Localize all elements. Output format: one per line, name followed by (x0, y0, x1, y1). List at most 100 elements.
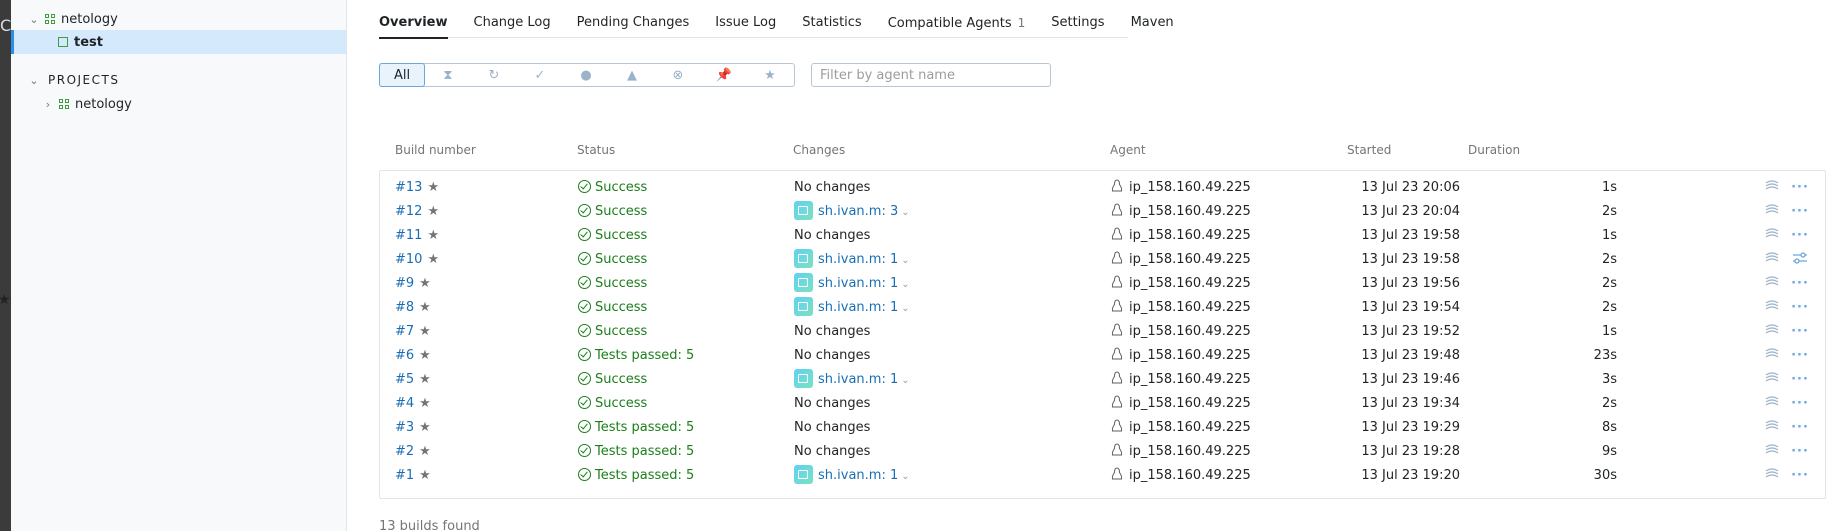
table-row[interactable]: #1 ★ Tests passed: 5 sh.ivan.m: 1 ⌄ ip_158.16… (380, 464, 1825, 488)
agent-cell[interactable]: ip_158.160.49.225 (1111, 416, 1251, 440)
changes-cell[interactable]: No changes (794, 176, 870, 200)
table-row[interactable]: #13 ★ Success No changes ip_158.160.49.225 13… (380, 176, 1825, 200)
chevron-down-icon[interactable]: ⌄ (901, 207, 909, 218)
table-row[interactable]: #6 ★ Tests passed: 5 No changes ip_158.160.4… (380, 344, 1825, 368)
agent-cell[interactable]: ip_158.160.49.225 (1111, 176, 1251, 200)
change-author-link[interactable]: sh.ivan.m: 1 (818, 300, 898, 315)
table-row[interactable]: #8 ★ Success sh.ivan.m: 1 ⌄ ip_158.160.49.225… (380, 296, 1825, 320)
agent-cell[interactable]: ip_158.160.49.225 (1111, 272, 1251, 296)
tab-settings[interactable]: Settings (1051, 0, 1104, 38)
build-status-cell[interactable]: Tests passed: 5 (578, 416, 694, 440)
chevron-down-icon[interactable]: ⌄ (901, 279, 909, 290)
agent-cell[interactable]: ip_158.160.49.225 (1111, 224, 1251, 248)
agent-name-link[interactable]: ip_158.160.49.225 (1129, 324, 1251, 339)
build-number-link[interactable]: #13 (395, 180, 422, 195)
star-icon[interactable]: ★ (427, 228, 439, 243)
more-actions-button[interactable]: ··· (1790, 272, 1810, 296)
agent-cell[interactable]: ip_158.160.49.225 (1111, 440, 1251, 464)
sidebar-item-test[interactable]: test (11, 30, 346, 54)
agent-name-link[interactable]: ip_158.160.49.225 (1129, 252, 1251, 267)
changes-cell[interactable]: No changes (794, 224, 870, 248)
build-status-cell[interactable]: Success (578, 320, 647, 344)
filter-queued-button[interactable]: ⧗ (425, 64, 471, 86)
agent-cell[interactable]: ip_158.160.49.225 (1111, 392, 1251, 416)
filter-canceled-button[interactable]: ⊗ (655, 64, 701, 86)
agent-cell[interactable]: ip_158.160.49.225 (1111, 296, 1251, 320)
build-status-cell[interactable]: Success (578, 296, 647, 320)
table-row[interactable]: #7 ★ Success No changes ip_158.160.49.225 13 … (380, 320, 1825, 344)
artifacts-button[interactable] (1763, 320, 1781, 344)
agent-cell[interactable]: ip_158.160.49.225 (1111, 248, 1251, 272)
build-status-cell[interactable]: Tests passed: 5 (578, 440, 694, 464)
build-number-link[interactable]: #4 (395, 396, 414, 411)
artifacts-button[interactable] (1763, 392, 1781, 416)
change-author-link[interactable]: sh.ivan.m: 1 (818, 276, 898, 291)
agent-name-link[interactable]: ip_158.160.49.225 (1129, 204, 1251, 219)
chevron-down-icon[interactable]: ⌄ (901, 375, 909, 386)
change-author-link[interactable]: sh.ivan.m: 3 (818, 204, 898, 219)
agent-name-link[interactable]: ip_158.160.49.225 (1129, 228, 1251, 243)
more-actions-button[interactable]: ··· (1790, 224, 1810, 248)
build-number-link[interactable]: #8 (395, 300, 414, 315)
changes-cell[interactable]: No changes (794, 344, 870, 368)
artifacts-button[interactable] (1763, 200, 1781, 224)
artifacts-button[interactable] (1763, 272, 1781, 296)
artifacts-button[interactable] (1763, 248, 1781, 272)
tab-statistics[interactable]: Statistics (802, 0, 861, 38)
build-number-link[interactable]: #5 (395, 372, 414, 387)
agent-name-filter-input[interactable] (811, 63, 1051, 87)
tab-maven[interactable]: Maven (1131, 0, 1174, 38)
tab-overview[interactable]: Overview (379, 0, 448, 39)
star-icon[interactable]: ★ (419, 348, 431, 363)
change-author-link[interactable]: sh.ivan.m: 1 (818, 372, 898, 387)
more-actions-button[interactable]: ··· (1790, 392, 1810, 416)
star-icon[interactable]: ★ (427, 252, 439, 267)
chevron-down-icon[interactable]: ⌄ (27, 13, 41, 26)
agent-cell[interactable]: ip_158.160.49.225 (1111, 368, 1251, 392)
more-actions-button[interactable]: ··· (1790, 416, 1810, 440)
table-row[interactable]: #5 ★ Success sh.ivan.m: 1 ⌄ ip_158.160.49.225… (380, 368, 1825, 392)
build-status-cell[interactable]: Success (578, 248, 647, 272)
build-status-cell[interactable]: Success (578, 200, 647, 224)
build-status-cell[interactable]: Success (578, 176, 647, 200)
tab-change-log[interactable]: Change Log (474, 0, 551, 38)
agent-name-link[interactable]: ip_158.160.49.225 (1129, 348, 1251, 363)
agent-name-link[interactable]: ip_158.160.49.225 (1129, 276, 1251, 291)
build-number-link[interactable]: #10 (395, 252, 422, 267)
chevron-down-icon[interactable]: ⌄ (901, 255, 909, 266)
build-status-cell[interactable]: Success (578, 392, 647, 416)
build-status-cell[interactable]: Tests passed: 5 (578, 344, 694, 368)
star-icon[interactable]: ★ (419, 372, 431, 387)
artifacts-button[interactable] (1763, 296, 1781, 320)
table-row[interactable]: #10 ★ Success sh.ivan.m: 1 ⌄ ip_158.160.49.22… (380, 248, 1825, 272)
changes-cell[interactable]: No changes (794, 320, 870, 344)
artifacts-button[interactable] (1763, 416, 1781, 440)
build-number-link[interactable]: #3 (395, 420, 414, 435)
filter-running-button[interactable]: ↻ (471, 64, 517, 86)
changes-cell[interactable]: No changes (794, 440, 870, 464)
table-row[interactable]: #12 ★ Success sh.ivan.m: 3 ⌄ ip_158.160.49.22… (380, 200, 1825, 224)
changes-cell[interactable]: No changes (794, 392, 870, 416)
build-status-cell[interactable]: Tests passed: 5 (578, 464, 694, 488)
filter-failed-button[interactable]: ● (563, 64, 609, 86)
change-author-link[interactable]: sh.ivan.m: 1 (818, 252, 898, 267)
agent-cell[interactable]: ip_158.160.49.225 (1111, 344, 1251, 368)
table-row[interactable]: #11 ★ Success No changes ip_158.160.49.225 13… (380, 224, 1825, 248)
changes-cell[interactable]: sh.ivan.m: 3 ⌄ (794, 200, 910, 224)
build-status-cell[interactable]: Success (578, 368, 647, 392)
tab-issue-log[interactable]: Issue Log (715, 0, 776, 38)
tab-pending-changes[interactable]: Pending Changes (577, 0, 690, 38)
chevron-right-icon[interactable]: › (41, 98, 55, 111)
star-icon[interactable]: ★ (419, 420, 431, 435)
agent-name-link[interactable]: ip_158.160.49.225 (1129, 300, 1251, 315)
more-actions-button[interactable]: ··· (1790, 464, 1810, 488)
agent-name-link[interactable]: ip_158.160.49.225 (1129, 180, 1251, 195)
more-actions-button[interactable]: ··· (1790, 200, 1810, 224)
more-actions-button[interactable]: ··· (1790, 344, 1810, 368)
build-number-link[interactable]: #2 (395, 444, 414, 459)
star-icon[interactable]: ★ (419, 276, 431, 291)
star-icon[interactable]: ★ (419, 444, 431, 459)
agent-cell[interactable]: ip_158.160.49.225 (1111, 464, 1251, 488)
filter-pinned-button[interactable]: 📌 (701, 64, 747, 86)
projects-section-header[interactable]: ⌄ PROJECTS (11, 68, 346, 92)
